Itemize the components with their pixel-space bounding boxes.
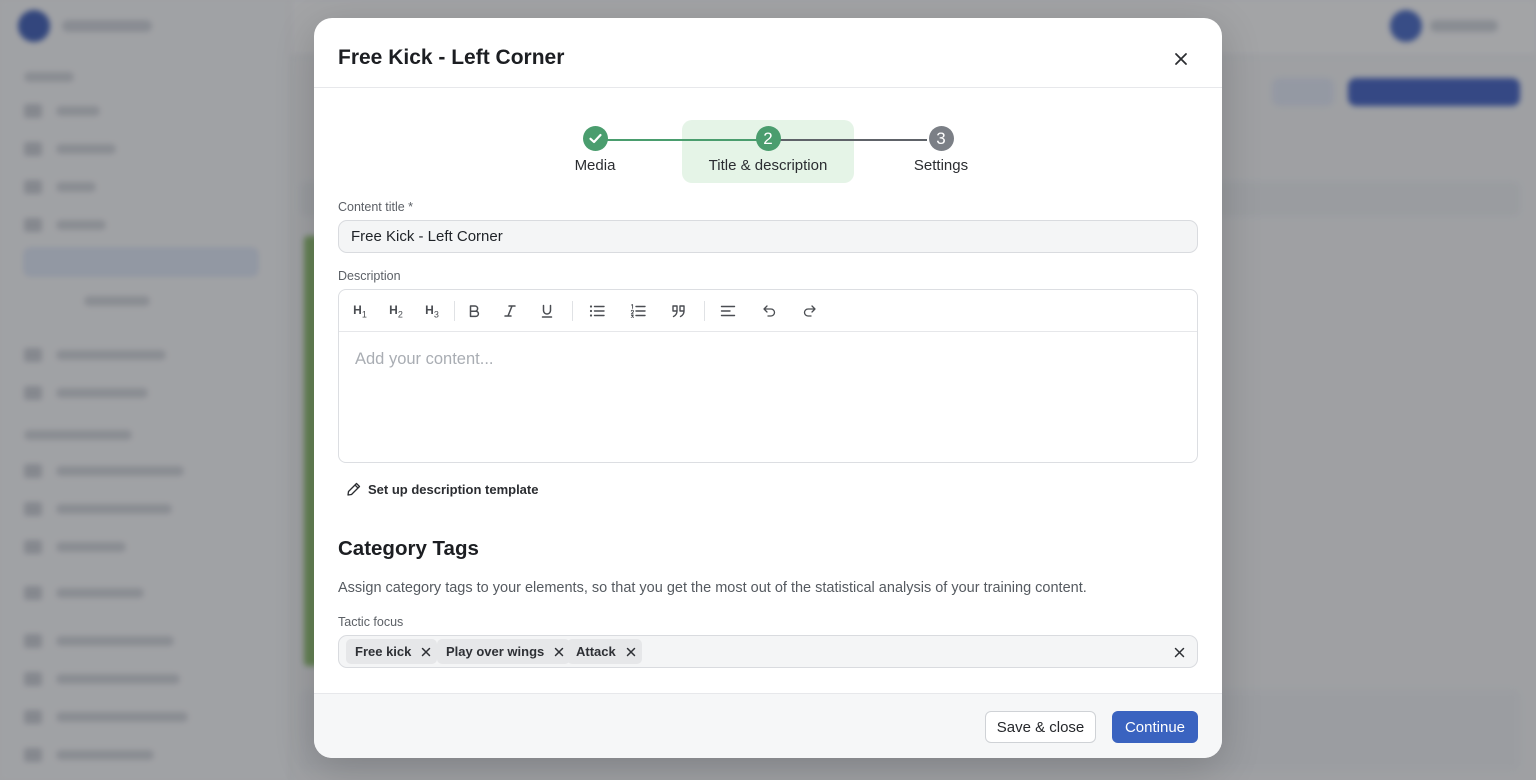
underline-icon	[541, 304, 553, 318]
tactic-focus-label: Tactic focus	[338, 615, 404, 629]
template-link-label: Set up description template	[368, 481, 539, 497]
content-title-label: Content title *	[338, 200, 414, 214]
bullet-list-icon	[589, 305, 605, 317]
heading-1-icon: H1	[353, 302, 367, 320]
bold-button[interactable]	[463, 300, 485, 322]
editor-toolbar: H1 H2 H3	[339, 290, 1197, 332]
heading-2-icon: H2	[389, 302, 403, 320]
tag-label: Attack	[576, 644, 616, 659]
category-tags-description: Assign category tags to your elements, s…	[338, 580, 1087, 596]
redo-icon	[803, 305, 816, 317]
italic-button[interactable]	[499, 300, 521, 322]
close-icon	[626, 647, 635, 656]
underline-button[interactable]	[536, 300, 558, 322]
heading-3-button[interactable]: H3	[421, 300, 443, 322]
modal-header: Free Kick - Left Corner	[314, 18, 1222, 88]
close-icon	[1174, 647, 1184, 657]
heading-1-button[interactable]: H1	[349, 300, 371, 322]
undo-icon	[762, 305, 775, 317]
remove-tag-button[interactable]	[415, 641, 437, 663]
step-done-marker	[582, 126, 608, 151]
ordered-list-icon	[630, 304, 646, 318]
remove-tag-button[interactable]	[620, 641, 642, 663]
check-icon	[588, 133, 602, 144]
undo-button[interactable]	[758, 300, 780, 322]
align-left-icon	[720, 305, 736, 317]
step-title-description[interactable]: 2 Title & description	[682, 126, 854, 174]
quote-icon	[672, 305, 685, 318]
pencil-icon	[347, 482, 361, 496]
step-media[interactable]: Media	[509, 126, 681, 174]
bullet-list-button[interactable]	[586, 300, 608, 322]
category-tags-title: Category Tags	[338, 537, 479, 560]
description-label: Description	[338, 269, 401, 283]
description-editor: H1 H2 H3 Add your content...	[338, 289, 1198, 463]
close-icon	[555, 647, 564, 656]
content-modal: Free Kick - Left Corner Media 2 Title & …	[314, 18, 1222, 758]
heading-3-icon: H3	[425, 302, 439, 320]
tag-chip: Free kick	[346, 639, 438, 664]
modal-footer: Save & close Continue	[314, 693, 1222, 758]
blockquote-button[interactable]	[668, 300, 690, 322]
description-content-area[interactable]: Add your content...	[355, 350, 1181, 369]
close-icon	[422, 647, 431, 656]
align-left-button[interactable]	[717, 300, 739, 322]
tag-label: Free kick	[355, 644, 412, 659]
italic-icon	[504, 305, 516, 317]
setup-description-template-link[interactable]: Set up description template	[346, 481, 538, 497]
stepper: Media 2 Title & description 3 Settings	[314, 118, 1222, 188]
toolbar-divider	[704, 301, 705, 321]
step-label: Title & description	[708, 157, 828, 174]
save-close-button[interactable]: Save & close	[985, 711, 1096, 743]
ordered-list-button[interactable]	[627, 300, 649, 322]
redo-button[interactable]	[798, 300, 820, 322]
tag-chip: Play over wings	[437, 639, 571, 664]
heading-2-button[interactable]: H2	[385, 300, 407, 322]
step-label: Media	[574, 157, 616, 174]
close-button[interactable]	[1168, 46, 1194, 72]
content-title-input[interactable]	[338, 220, 1198, 253]
clear-tags-button[interactable]	[1169, 642, 1189, 662]
tactic-focus-select[interactable]: Free kick Play over wings Attack	[338, 635, 1198, 668]
toolbar-divider	[572, 301, 573, 321]
bold-icon	[469, 305, 480, 318]
close-icon	[1175, 53, 1187, 65]
step-settings[interactable]: 3 Settings	[855, 126, 1027, 174]
tag-label: Play over wings	[446, 644, 545, 659]
tag-chip: Attack	[567, 639, 642, 664]
toolbar-divider	[454, 301, 455, 321]
step-number: 2	[755, 126, 781, 151]
continue-button[interactable]: Continue	[1112, 711, 1198, 743]
step-number: 3	[928, 126, 954, 151]
step-label: Settings	[913, 157, 969, 174]
modal-title: Free Kick - Left Corner	[338, 46, 565, 69]
